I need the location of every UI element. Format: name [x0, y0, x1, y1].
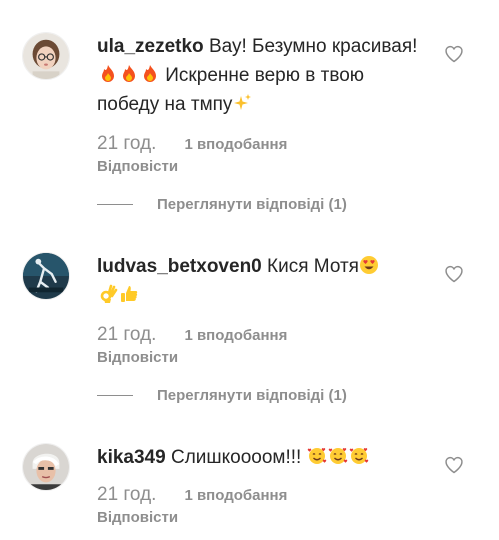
like-heart-icon[interactable]	[444, 455, 464, 475]
comment-text: ula_zezetko Вау! Безумно красивая! Искре…	[97, 32, 427, 119]
smiling-hearts-emoji	[328, 447, 349, 468]
view-replies-label: Переглянути відповіді (1)	[157, 387, 347, 404]
avatar[interactable]	[22, 252, 70, 300]
fire-emoji	[118, 65, 139, 86]
fire-emoji	[97, 65, 118, 86]
likes-count[interactable]: 1 вподобання	[184, 487, 287, 504]
thumbs-up-emoji	[118, 285, 139, 306]
username-link[interactable]: ludvas_betxoven0	[97, 256, 262, 277]
username-link[interactable]: kika349	[97, 447, 166, 468]
view-replies-divider	[97, 204, 133, 205]
username-link[interactable]: ula_zezetko	[97, 36, 204, 57]
view-replies-label: Переглянути відповіді (1)	[157, 196, 347, 213]
comment-body: Кися Мотя	[267, 256, 359, 277]
view-replies-button[interactable]: Переглянути відповіді (1)	[97, 196, 347, 213]
comment-text: kika349 Слишкоооом!!!	[97, 443, 427, 472]
comment-text: ludvas_betxoven0 Кися Мотя	[97, 252, 427, 310]
reply-button[interactable]: Відповісти	[97, 158, 427, 175]
reply-button[interactable]: Відповісти	[97, 349, 427, 366]
avatar[interactable]	[22, 443, 70, 491]
heart-eyes-emoji	[359, 256, 380, 277]
comment-body: Слишкоооом!!!	[170, 447, 302, 468]
like-heart-icon[interactable]	[444, 264, 464, 284]
view-replies-divider	[97, 395, 133, 396]
reply-button[interactable]: Відповісти	[97, 509, 427, 526]
likes-count[interactable]: 1 вподобання	[184, 327, 287, 344]
comment-timestamp[interactable]: 21 год.	[97, 324, 156, 346]
fire-emoji	[139, 65, 160, 86]
avatar[interactable]	[22, 32, 70, 80]
likes-count[interactable]: 1 вподобання	[184, 136, 287, 153]
comment-timestamp[interactable]: 21 год.	[97, 484, 156, 506]
smiling-hearts-emoji	[349, 447, 370, 468]
comment-timestamp[interactable]: 21 год.	[97, 133, 156, 155]
comment-body: Вау! Безумно красивая!	[208, 36, 418, 57]
sparkles-emoji	[232, 94, 253, 115]
view-replies-button[interactable]: Переглянути відповіді (1)	[97, 387, 347, 404]
like-heart-icon[interactable]	[444, 44, 464, 64]
ok-hand-emoji	[97, 284, 118, 306]
smiling-hearts-emoji	[307, 447, 328, 468]
